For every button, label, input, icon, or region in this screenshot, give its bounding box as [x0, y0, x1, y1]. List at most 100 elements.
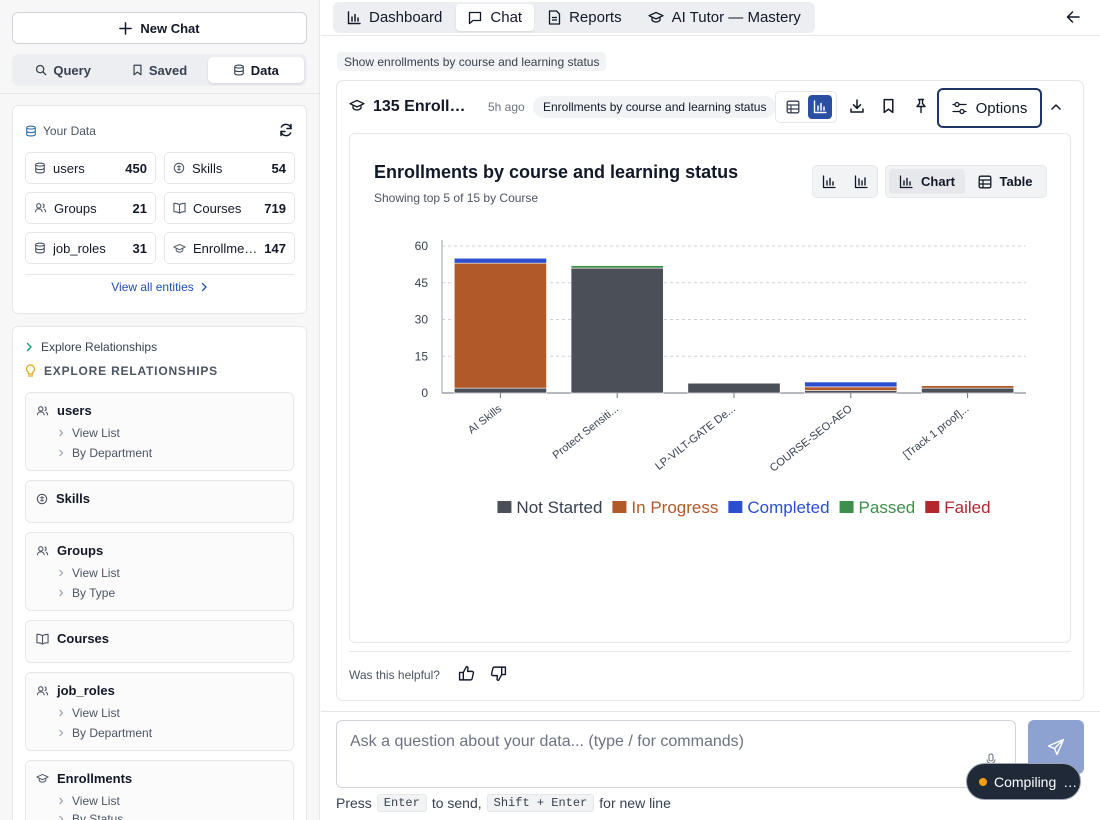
chevron-right-icon	[58, 449, 64, 457]
relationship-link-label: By Department	[72, 726, 153, 740]
thumbs-up-icon[interactable]	[458, 665, 475, 682]
y-tick-label: 30	[415, 313, 429, 327]
refresh-icon[interactable]	[278, 122, 294, 138]
entity-users[interactable]: users 450	[25, 152, 156, 184]
chat-icon	[468, 11, 482, 25]
top-bar: Dashboard Chat Reports AI Tutor — Master…	[321, 0, 1100, 36]
y-tick-label: 45	[415, 276, 429, 290]
explore-toggle[interactable]: Explore Relationships	[25, 340, 157, 354]
relationship-card-groups[interactable]: Groups View List By Type	[25, 532, 294, 611]
entity-name: Enrollments	[193, 240, 258, 256]
tab-dashboard-label: Dashboard	[369, 9, 443, 26]
entity-courses[interactable]: Courses 719	[164, 192, 295, 224]
entity-groups[interactable]: Groups 21	[25, 192, 156, 224]
relationship-card-courses[interactable]: Courses	[25, 620, 294, 663]
new-chat-button[interactable]: New Chat	[12, 12, 307, 44]
pin-icon[interactable]	[914, 98, 928, 114]
database-icon	[233, 64, 245, 76]
tab-saved[interactable]: Saved	[111, 57, 207, 83]
bar-segment	[453, 387, 547, 394]
legend-swatch	[497, 501, 512, 513]
bar-segment	[921, 385, 1015, 389]
relationship-card-skills[interactable]: Skills	[25, 480, 294, 523]
bar-chart-icon	[899, 174, 913, 189]
view-all-entities-link[interactable]: View all entities	[13, 280, 306, 294]
tab-dashboard[interactable]: Dashboard	[335, 4, 454, 31]
bar-chart-icon	[813, 100, 827, 114]
book-icon	[36, 633, 49, 645]
legend-swatch	[839, 501, 854, 513]
legend-label: In Progress	[631, 498, 718, 517]
view-toggle	[775, 91, 837, 123]
entity-job-roles[interactable]: job_roles 31	[25, 232, 156, 264]
thumbs-down-icon[interactable]	[490, 665, 507, 682]
tab-ai-tutor[interactable]: AI Tutor — Mastery	[636, 4, 813, 31]
result-card: 135 Enrollments 5h ago Enrollments by co…	[336, 80, 1084, 701]
chat-input[interactable]	[336, 720, 1016, 788]
tab-data-label: Data	[250, 62, 279, 78]
download-icon[interactable]	[849, 98, 865, 114]
entity-skills[interactable]: Skills 54	[164, 152, 295, 184]
x-tick-label: Protect Sensiti...	[551, 403, 622, 462]
relationship-card-job-roles[interactable]: job_roles View List By Department	[25, 672, 294, 751]
top-tabs: Dashboard Chat Reports AI Tutor — Master…	[333, 2, 815, 33]
x-tick-label: LP-VILT-GATE De...	[653, 403, 738, 473]
x-tick-label: COURSE-SEO-AEO	[768, 403, 855, 475]
graduation-cap-icon	[647, 11, 664, 24]
shift-enter-key: Shift + Enter	[486, 794, 595, 812]
query-chip: Show enrollments by course and learning …	[337, 52, 607, 71]
entity-name: Courses	[193, 200, 242, 216]
chevron-right-icon	[58, 569, 64, 577]
legend-swatch	[728, 501, 743, 513]
chart-table-toggle: Chart Table	[885, 165, 1047, 198]
tab-data[interactable]: Data	[207, 57, 304, 83]
bookmark-icon[interactable]	[882, 98, 895, 114]
relationship-link-label: View List	[72, 794, 120, 808]
arrow-left-icon[interactable]	[1066, 10, 1080, 24]
x-tick-label: AI Skills	[466, 403, 505, 437]
chart-type-toggle	[812, 165, 878, 198]
relationship-link-view-list[interactable]: View List	[58, 706, 120, 720]
tab-query[interactable]: Query	[15, 57, 111, 83]
entity-name: users	[53, 160, 85, 176]
lightbulb-icon	[25, 364, 36, 378]
tab-chat[interactable]: Chat	[456, 4, 535, 31]
chevron-right-icon	[25, 342, 33, 352]
table-icon	[786, 100, 800, 114]
relationship-link-by-type[interactable]: By Type	[58, 586, 115, 600]
relationship-link-view-list[interactable]: View List	[58, 426, 120, 440]
relationship-link-view-list[interactable]: View List	[58, 566, 120, 580]
options-button[interactable]: Options	[937, 88, 1042, 128]
explore-heading-label: EXPLORE RELATIONSHIPS	[44, 364, 218, 378]
entity-count: 54	[271, 160, 286, 176]
bar-segment	[804, 390, 898, 394]
chevron-right-icon	[200, 282, 208, 292]
hint-new-line: for new line	[599, 795, 671, 811]
relationship-link-by-department[interactable]: By Department	[58, 446, 152, 460]
sidebar-divider	[0, 93, 319, 94]
table-mode-button[interactable]: Table	[967, 169, 1043, 194]
relationship-link-view-list[interactable]: View List	[58, 794, 120, 808]
chart-mode-button[interactable]: Chart	[889, 169, 965, 194]
tab-reports[interactable]: Reports	[536, 4, 634, 31]
relationship-card-users[interactable]: users View List By Department	[25, 392, 294, 471]
entity-enrollments[interactable]: Enrollments 147	[164, 232, 295, 264]
result-timestamp: 5h ago	[488, 100, 525, 114]
new-chat-label: New Chat	[140, 20, 200, 36]
relationship-link-by-status[interactable]: By Status	[58, 812, 123, 820]
relationship-link-label: View List	[72, 426, 120, 440]
graduation-cap-icon	[36, 773, 49, 784]
chart-view-button[interactable]	[807, 95, 832, 119]
chevron-right-icon	[58, 709, 64, 717]
chevron-right-icon	[58, 429, 64, 437]
hint-to-send: to send,	[431, 795, 482, 811]
table-view-button[interactable]	[781, 95, 805, 119]
chevron-up-icon[interactable]	[1050, 101, 1062, 113]
stacked-bar-chart-icon[interactable]	[854, 174, 868, 189]
relationship-card-enrollments[interactable]: Enrollments View List By Status	[25, 760, 294, 820]
table-mode-label: Table	[999, 174, 1033, 189]
report-icon	[548, 10, 561, 25]
bar-chart-icon[interactable]	[822, 174, 836, 189]
relationship-link-by-department[interactable]: By Department	[58, 726, 152, 740]
divider	[349, 651, 1071, 652]
